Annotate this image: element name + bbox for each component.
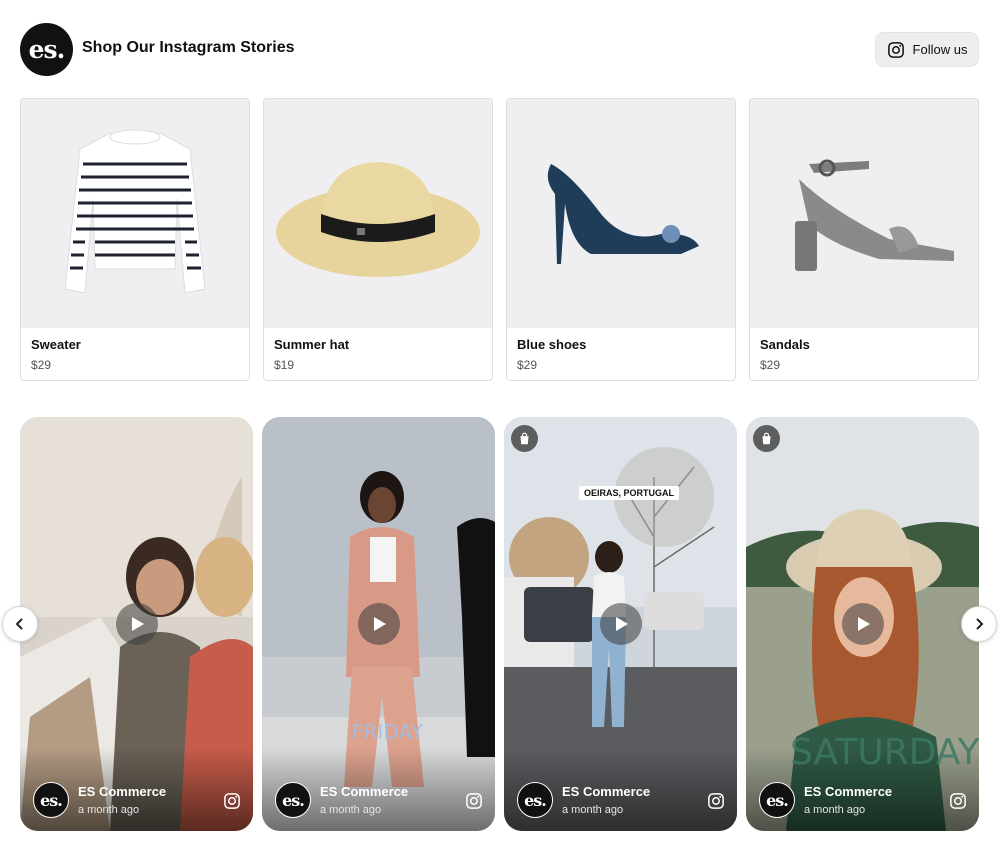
instagram-icon[interactable] bbox=[707, 792, 725, 810]
story-card[interactable]: FRIDAY es. ES Commerce a month ago bbox=[262, 417, 495, 831]
product-image bbox=[507, 99, 735, 328]
story-time: a month ago bbox=[804, 804, 866, 816]
play-button[interactable] bbox=[600, 603, 642, 645]
avatar: es. bbox=[517, 782, 553, 818]
story-overlay-text: FRIDAY bbox=[352, 720, 423, 744]
chevron-right-icon bbox=[976, 618, 984, 630]
product-grid: Sweater $29 Summer hat $19 Blue shoes $2… bbox=[20, 98, 979, 382]
shop-button[interactable] bbox=[753, 425, 780, 452]
shop-button[interactable] bbox=[511, 425, 538, 452]
carousel-prev-button[interactable] bbox=[2, 606, 38, 642]
play-icon bbox=[616, 617, 628, 631]
product-card-sandals[interactable]: Sandals $29 bbox=[749, 98, 979, 381]
play-button[interactable] bbox=[358, 603, 400, 645]
product-price: $29 bbox=[31, 358, 52, 372]
play-button[interactable] bbox=[842, 603, 884, 645]
story-card[interactable]: es. ES Commerce a month ago bbox=[20, 417, 253, 831]
avatar: es. bbox=[33, 782, 69, 818]
avatar: es. bbox=[275, 782, 311, 818]
instagram-icon bbox=[887, 41, 904, 58]
story-overlay-text: SATURDAY bbox=[790, 732, 979, 773]
product-card-summer-hat[interactable]: Summer hat $19 bbox=[263, 98, 493, 381]
story-author: ES Commerce bbox=[562, 784, 651, 799]
play-icon bbox=[858, 617, 870, 631]
instagram-icon[interactable] bbox=[223, 792, 241, 810]
play-icon bbox=[374, 617, 386, 631]
product-card-sweater[interactable]: Sweater $29 bbox=[20, 98, 250, 381]
story-time: a month ago bbox=[78, 804, 140, 816]
carousel-next-button[interactable] bbox=[961, 606, 997, 642]
product-image bbox=[264, 99, 492, 328]
instagram-icon[interactable] bbox=[949, 792, 967, 810]
product-name: Summer hat bbox=[274, 337, 350, 352]
shopping-bag-icon bbox=[520, 432, 529, 445]
story-author: ES Commerce bbox=[78, 784, 167, 799]
story-time: a month ago bbox=[320, 804, 382, 816]
stories-carousel: es. ES Commerce a month ago FRIDAY es. E… bbox=[20, 417, 979, 831]
play-button[interactable] bbox=[116, 603, 158, 645]
story-card[interactable]: OEIRAS, PORTUGAL es. ES Commerce a month… bbox=[504, 417, 737, 831]
product-price: $29 bbox=[760, 358, 781, 372]
follow-us-button[interactable]: Follow us bbox=[875, 32, 979, 67]
instagram-icon[interactable] bbox=[465, 792, 483, 810]
shopping-bag-icon bbox=[762, 432, 771, 445]
product-image bbox=[21, 99, 249, 328]
story-card[interactable]: SATURDAY es. ES Commerce a month ago bbox=[746, 417, 979, 831]
product-price: $19 bbox=[274, 358, 295, 372]
product-price: $29 bbox=[517, 358, 538, 372]
chevron-left-icon bbox=[15, 618, 23, 630]
follow-us-label: Follow us bbox=[912, 42, 968, 57]
product-card-blue-shoes[interactable]: Blue shoes $29 bbox=[506, 98, 736, 381]
product-image bbox=[750, 99, 978, 328]
product-name: Sweater bbox=[31, 337, 81, 352]
location-tag: OEIRAS, PORTUGAL bbox=[579, 486, 680, 500]
page-title: Shop Our Instagram Stories bbox=[82, 39, 295, 56]
story-time: a month ago bbox=[562, 804, 624, 816]
avatar: es. bbox=[759, 782, 795, 818]
product-name: Sandals bbox=[760, 337, 810, 352]
play-icon bbox=[132, 617, 144, 631]
brand-logo[interactable]: es. bbox=[20, 23, 73, 76]
header: es. Shop Our Instagram Stories Follow us bbox=[20, 23, 979, 76]
story-author: ES Commerce bbox=[320, 784, 409, 799]
story-author: ES Commerce bbox=[804, 784, 893, 799]
product-name: Blue shoes bbox=[517, 337, 587, 352]
